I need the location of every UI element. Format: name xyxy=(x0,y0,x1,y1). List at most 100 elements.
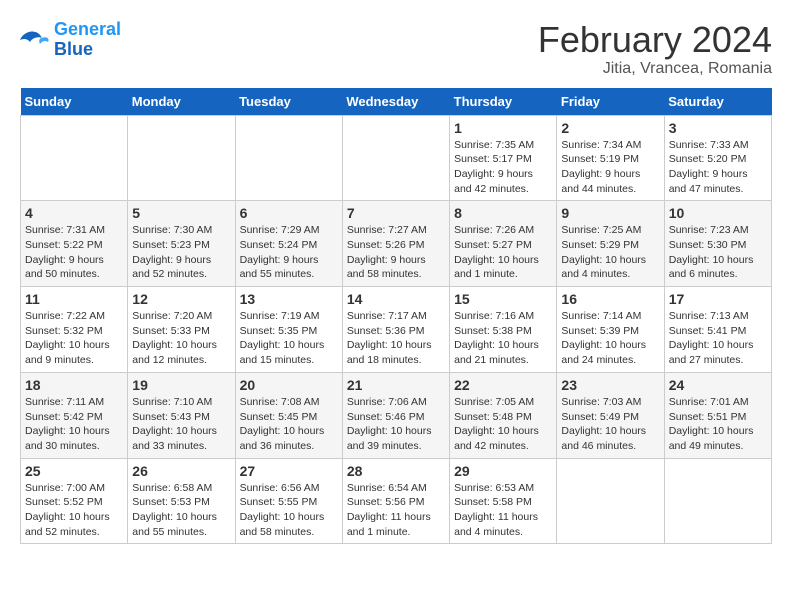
day-info: Sunrise: 6:56 AM Sunset: 5:55 PM Dayligh… xyxy=(240,481,338,540)
day-number: 4 xyxy=(25,205,123,221)
day-info: Sunrise: 7:08 AM Sunset: 5:45 PM Dayligh… xyxy=(240,395,338,454)
calendar-cell: 9 Sunrise: 7:25 AM Sunset: 5:29 PM Daylig… xyxy=(557,201,664,287)
day-number: 15 xyxy=(454,291,552,307)
day-number: 24 xyxy=(669,377,767,393)
calendar-cell: 29 Sunrise: 6:53 AM Sunset: 5:58 PM Dayli… xyxy=(450,458,557,544)
day-info: Sunrise: 7:17 AM Sunset: 5:36 PM Dayligh… xyxy=(347,309,445,368)
month-title: February 2024 xyxy=(538,20,772,60)
calendar-cell xyxy=(664,458,771,544)
day-info: Sunrise: 7:34 AM Sunset: 5:19 PM Dayligh… xyxy=(561,138,659,197)
day-header-monday: Monday xyxy=(128,88,235,116)
day-info: Sunrise: 7:33 AM Sunset: 5:20 PM Dayligh… xyxy=(669,138,767,197)
day-number: 26 xyxy=(132,463,230,479)
day-info: Sunrise: 7:29 AM Sunset: 5:24 PM Dayligh… xyxy=(240,223,338,282)
day-number: 3 xyxy=(669,120,767,136)
day-info: Sunrise: 7:14 AM Sunset: 5:39 PM Dayligh… xyxy=(561,309,659,368)
calendar-cell: 7 Sunrise: 7:27 AM Sunset: 5:26 PM Daylig… xyxy=(342,201,449,287)
day-number: 5 xyxy=(132,205,230,221)
day-number: 20 xyxy=(240,377,338,393)
calendar-cell: 6 Sunrise: 7:29 AM Sunset: 5:24 PM Daylig… xyxy=(235,201,342,287)
day-info: Sunrise: 7:06 AM Sunset: 5:46 PM Dayligh… xyxy=(347,395,445,454)
day-number: 11 xyxy=(25,291,123,307)
day-info: Sunrise: 7:00 AM Sunset: 5:52 PM Dayligh… xyxy=(25,481,123,540)
calendar-week-5: 25 Sunrise: 7:00 AM Sunset: 5:52 PM Dayli… xyxy=(21,458,772,544)
calendar-table: SundayMondayTuesdayWednesdayThursdayFrid… xyxy=(20,88,772,545)
day-info: Sunrise: 6:53 AM Sunset: 5:58 PM Dayligh… xyxy=(454,481,552,540)
day-number: 17 xyxy=(669,291,767,307)
day-number: 28 xyxy=(347,463,445,479)
calendar-cell: 20 Sunrise: 7:08 AM Sunset: 5:45 PM Dayli… xyxy=(235,372,342,458)
day-number: 6 xyxy=(240,205,338,221)
calendar-cell: 8Sunrise: 7:26 AM Sunset: 5:27 PM Daylig… xyxy=(450,201,557,287)
logo-text: General Blue xyxy=(54,20,121,60)
calendar-cell: 16 Sunrise: 7:14 AM Sunset: 5:39 PM Dayli… xyxy=(557,287,664,373)
calendar-cell: 1Sunrise: 7:35 AM Sunset: 5:17 PM Daylig… xyxy=(450,115,557,201)
day-number: 1 xyxy=(454,120,552,136)
logo: General Blue xyxy=(20,20,121,60)
day-header-friday: Friday xyxy=(557,88,664,116)
calendar-cell: 11 Sunrise: 7:22 AM Sunset: 5:32 PM Dayli… xyxy=(21,287,128,373)
day-info: Sunrise: 7:23 AM Sunset: 5:30 PM Dayligh… xyxy=(669,223,767,282)
day-info: Sunrise: 7:19 AM Sunset: 5:35 PM Dayligh… xyxy=(240,309,338,368)
day-number: 2 xyxy=(561,120,659,136)
calendar-cell: 22 Sunrise: 7:05 AM Sunset: 5:48 PM Dayli… xyxy=(450,372,557,458)
calendar-cell: 10 Sunrise: 7:23 AM Sunset: 5:30 PM Dayli… xyxy=(664,201,771,287)
location: Jitia, Vrancea, Romania xyxy=(538,60,772,78)
day-number: 9 xyxy=(561,205,659,221)
day-header-wednesday: Wednesday xyxy=(342,88,449,116)
day-info: Sunrise: 6:58 AM Sunset: 5:53 PM Dayligh… xyxy=(132,481,230,540)
day-info: Sunrise: 7:01 AM Sunset: 5:51 PM Dayligh… xyxy=(669,395,767,454)
day-header-thursday: Thursday xyxy=(450,88,557,116)
calendar-week-1: 1Sunrise: 7:35 AM Sunset: 5:17 PM Daylig… xyxy=(21,115,772,201)
calendar-cell: 13Sunrise: 7:19 AM Sunset: 5:35 PM Dayli… xyxy=(235,287,342,373)
day-info: Sunrise: 7:20 AM Sunset: 5:33 PM Dayligh… xyxy=(132,309,230,368)
day-info: Sunrise: 7:05 AM Sunset: 5:48 PM Dayligh… xyxy=(454,395,552,454)
calendar-cell: 15Sunrise: 7:16 AM Sunset: 5:38 PM Dayli… xyxy=(450,287,557,373)
calendar-week-3: 11 Sunrise: 7:22 AM Sunset: 5:32 PM Dayli… xyxy=(21,287,772,373)
calendar-header-row: SundayMondayTuesdayWednesdayThursdayFrid… xyxy=(21,88,772,116)
day-header-tuesday: Tuesday xyxy=(235,88,342,116)
calendar-cell: 2 Sunrise: 7:34 AM Sunset: 5:19 PM Daylig… xyxy=(557,115,664,201)
calendar-cell: 26 Sunrise: 6:58 AM Sunset: 5:53 PM Dayli… xyxy=(128,458,235,544)
calendar-cell: 5 Sunrise: 7:30 AM Sunset: 5:23 PM Daylig… xyxy=(128,201,235,287)
day-number: 12 xyxy=(132,291,230,307)
day-info: Sunrise: 7:31 AM Sunset: 5:22 PM Dayligh… xyxy=(25,223,123,282)
day-number: 14 xyxy=(347,291,445,307)
day-info: Sunrise: 7:10 AM Sunset: 5:43 PM Dayligh… xyxy=(132,395,230,454)
calendar-cell: 25 Sunrise: 7:00 AM Sunset: 5:52 PM Dayli… xyxy=(21,458,128,544)
calendar-week-4: 18 Sunrise: 7:11 AM Sunset: 5:42 PM Dayli… xyxy=(21,372,772,458)
day-number: 23 xyxy=(561,377,659,393)
calendar-cell: 27 Sunrise: 6:56 AM Sunset: 5:55 PM Dayli… xyxy=(235,458,342,544)
day-number: 7 xyxy=(347,205,445,221)
day-number: 19 xyxy=(132,377,230,393)
day-number: 27 xyxy=(240,463,338,479)
day-number: 18 xyxy=(25,377,123,393)
day-info: Sunrise: 7:11 AM Sunset: 5:42 PM Dayligh… xyxy=(25,395,123,454)
day-number: 21 xyxy=(347,377,445,393)
day-number: 25 xyxy=(25,463,123,479)
calendar-cell: 19 Sunrise: 7:10 AM Sunset: 5:43 PM Dayli… xyxy=(128,372,235,458)
day-info: Sunrise: 7:25 AM Sunset: 5:29 PM Dayligh… xyxy=(561,223,659,282)
day-info: Sunrise: 7:30 AM Sunset: 5:23 PM Dayligh… xyxy=(132,223,230,282)
day-info: Sunrise: 7:13 AM Sunset: 5:41 PM Dayligh… xyxy=(669,309,767,368)
calendar-cell: 3 Sunrise: 7:33 AM Sunset: 5:20 PM Daylig… xyxy=(664,115,771,201)
day-info: Sunrise: 6:54 AM Sunset: 5:56 PM Dayligh… xyxy=(347,481,445,540)
title-area: February 2024 Jitia, Vrancea, Romania xyxy=(538,20,772,78)
day-number: 22 xyxy=(454,377,552,393)
day-info: Sunrise: 7:22 AM Sunset: 5:32 PM Dayligh… xyxy=(25,309,123,368)
calendar-week-2: 4 Sunrise: 7:31 AM Sunset: 5:22 PM Daylig… xyxy=(21,201,772,287)
page-header: General Blue February 2024 Jitia, Vrance… xyxy=(20,20,772,78)
calendar-cell: 24 Sunrise: 7:01 AM Sunset: 5:51 PM Dayli… xyxy=(664,372,771,458)
calendar-cell: 21 Sunrise: 7:06 AM Sunset: 5:46 PM Dayli… xyxy=(342,372,449,458)
day-number: 16 xyxy=(561,291,659,307)
logo-bird-icon xyxy=(20,28,50,52)
day-number: 10 xyxy=(669,205,767,221)
calendar-cell xyxy=(342,115,449,201)
calendar-cell: 12 Sunrise: 7:20 AM Sunset: 5:33 PM Dayli… xyxy=(128,287,235,373)
calendar-cell: 4 Sunrise: 7:31 AM Sunset: 5:22 PM Daylig… xyxy=(21,201,128,287)
calendar-cell: 17 Sunrise: 7:13 AM Sunset: 5:41 PM Dayli… xyxy=(664,287,771,373)
day-number: 29 xyxy=(454,463,552,479)
calendar-cell xyxy=(128,115,235,201)
day-info: Sunrise: 7:27 AM Sunset: 5:26 PM Dayligh… xyxy=(347,223,445,282)
day-header-sunday: Sunday xyxy=(21,88,128,116)
